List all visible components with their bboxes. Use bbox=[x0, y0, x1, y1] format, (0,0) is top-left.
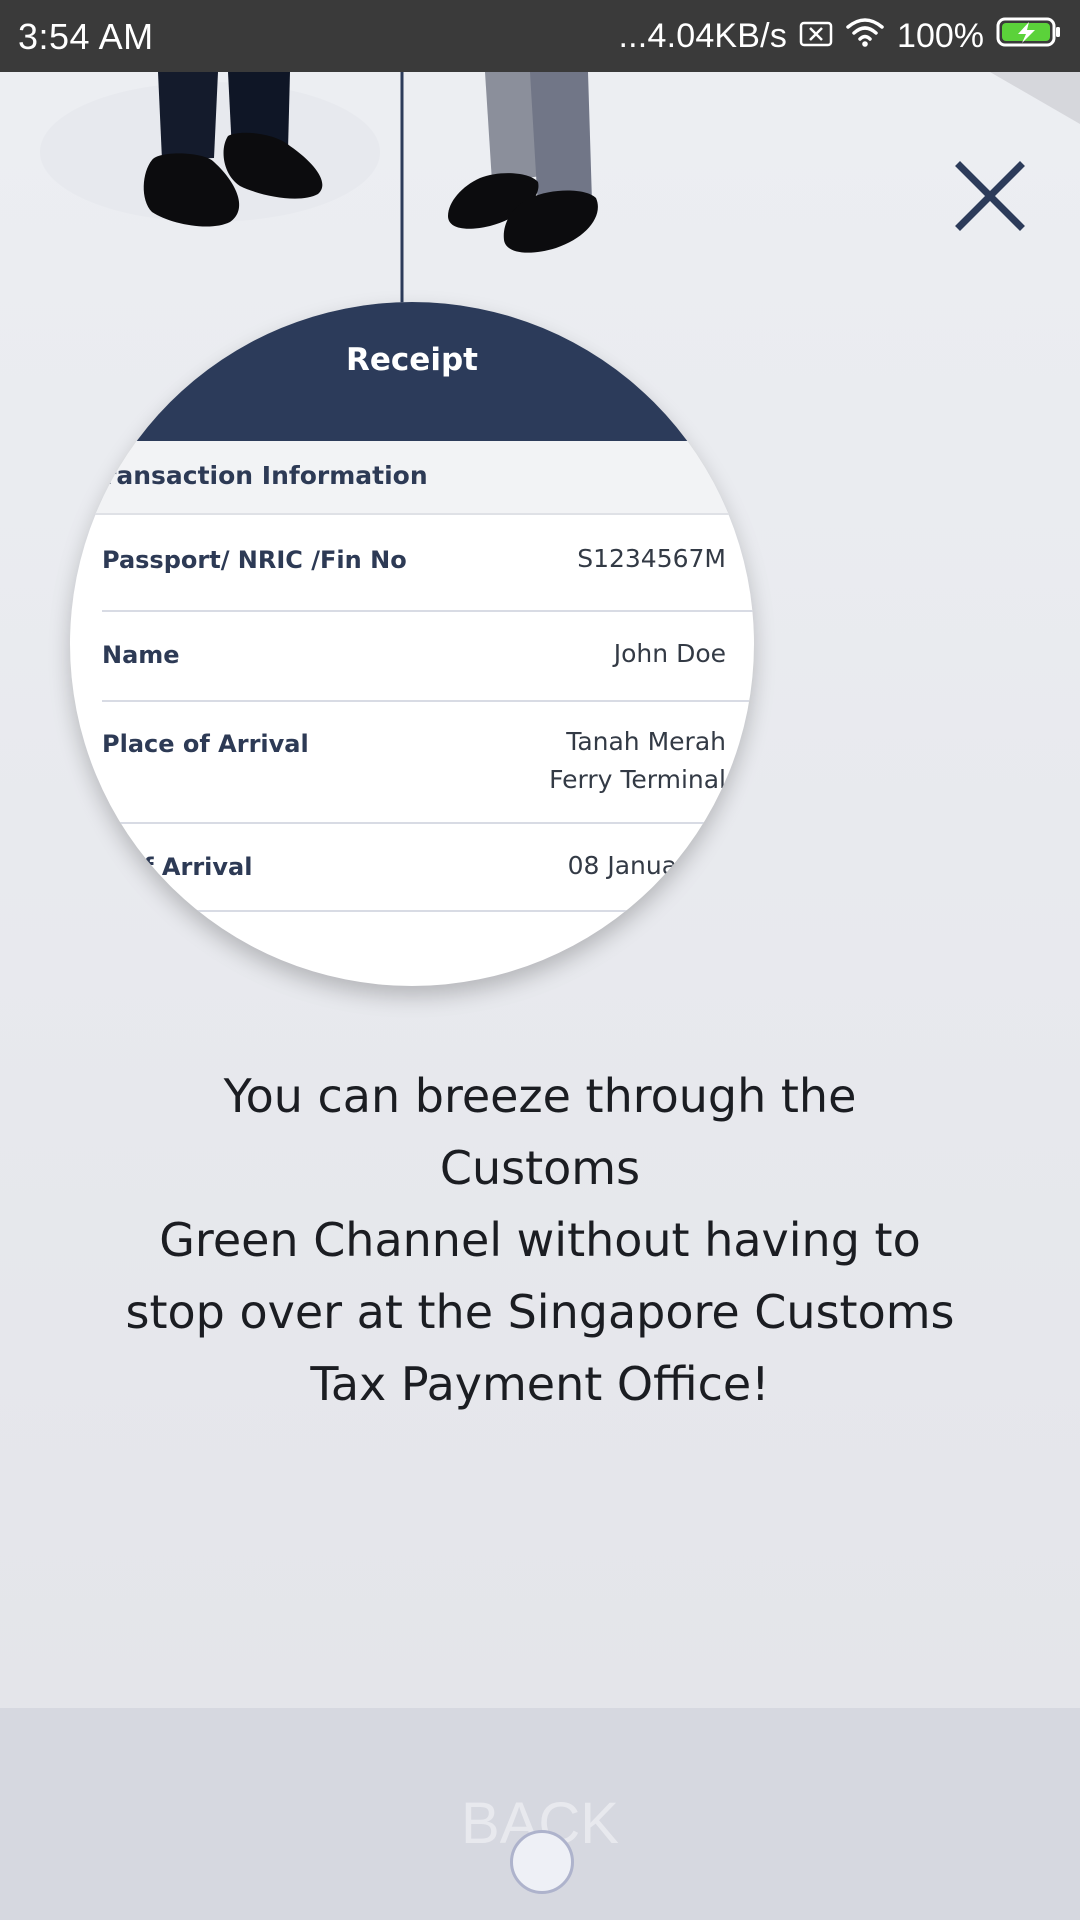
receipt-row-name: Name John Doe bbox=[102, 612, 754, 702]
row-label: e of Arrival bbox=[102, 853, 253, 881]
section-title: ransaction Information bbox=[104, 461, 428, 490]
receipt-header: Receipt bbox=[70, 302, 754, 441]
touch-indicator bbox=[510, 1830, 574, 1894]
row-value-line: Tanah Merah bbox=[566, 727, 726, 756]
row-label: Passport/ NRIC /Fin No bbox=[102, 546, 407, 574]
onboarding-page: Receipt ransaction Information Passport/… bbox=[0, 72, 1080, 1708]
section-header: ransaction Information bbox=[70, 441, 754, 515]
row-value: Tanah Merah Ferry Terminal bbox=[549, 723, 726, 799]
message-line: Green Channel without having to bbox=[159, 1213, 921, 1267]
receipt-row-date-of-arrival: e of Arrival 08 January 2 bbox=[102, 824, 754, 912]
receipt-row-place-of-arrival: Place of Arrival Tanah Merah Ferry Termi… bbox=[102, 702, 754, 824]
network-speed: ...4.04KB/s bbox=[618, 16, 788, 55]
status-bar: 3:54 AM ...4.04KB/s 100% bbox=[0, 0, 1080, 72]
receipt-title: Receipt bbox=[346, 342, 478, 378]
row-value: 08 January 2 bbox=[567, 851, 726, 880]
status-time: 3:54 AM bbox=[18, 16, 154, 57]
row-value: S1234567M bbox=[577, 544, 726, 573]
onboarding-message: You can breeze through the Customs Green… bbox=[120, 1060, 960, 1420]
row-label: Name bbox=[102, 641, 180, 669]
row-value: John Doe bbox=[613, 639, 726, 668]
message-line: Tax Payment Office! bbox=[310, 1357, 770, 1411]
row-value-line: Ferry Terminal bbox=[549, 765, 726, 794]
message-line: stop over at the Singapore Customs bbox=[125, 1285, 955, 1339]
sim-blocked-icon bbox=[799, 15, 833, 57]
battery-percent: 100% bbox=[897, 16, 984, 55]
message-line: You can breeze through the Customs bbox=[223, 1069, 857, 1195]
receipt-rows: Passport/ NRIC /Fin No S1234567M Name Jo… bbox=[102, 515, 754, 912]
wifi-icon bbox=[845, 15, 885, 57]
status-indicators: ...4.04KB/s 100% bbox=[607, 14, 1062, 58]
receipt-magnifier: Receipt ransaction Information Passport/… bbox=[70, 302, 754, 986]
close-icon bbox=[955, 161, 1025, 231]
receipt-row-passport: Passport/ NRIC /Fin No S1234567M bbox=[102, 515, 754, 612]
close-button[interactable] bbox=[950, 156, 1030, 236]
bottom-navigation-bar: BACK bbox=[0, 1708, 1080, 1920]
battery-charging-icon bbox=[996, 15, 1062, 57]
row-label: Place of Arrival bbox=[102, 730, 309, 758]
